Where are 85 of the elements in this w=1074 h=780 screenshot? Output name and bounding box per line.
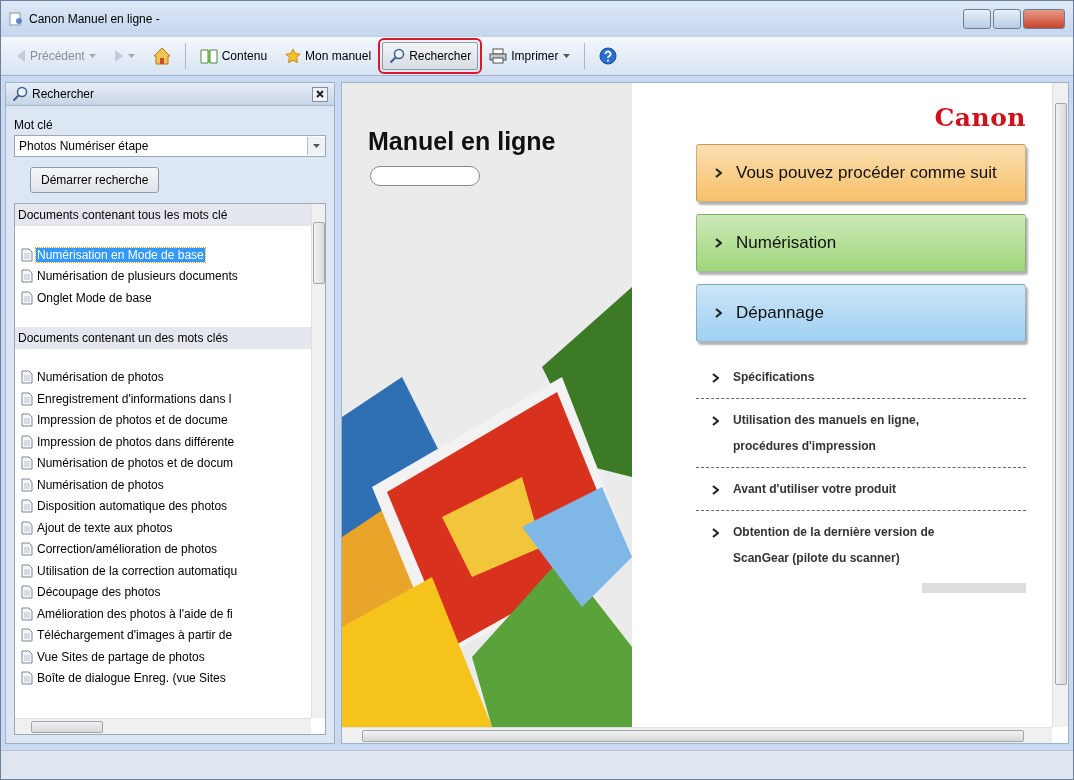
topic-link[interactable]: Utilisation des manuels en ligne, procédures d'impression	[696, 399, 1026, 468]
result-item[interactable]: Enregistrement d'informations dans l	[36, 391, 233, 406]
caret-icon	[562, 54, 570, 58]
contents-button[interactable]: Contenu	[192, 42, 275, 70]
document-icon	[21, 477, 33, 492]
star-icon	[285, 48, 302, 64]
document-icon	[21, 370, 33, 385]
chevron-icon	[712, 416, 719, 426]
document-icon	[21, 649, 33, 664]
result-item[interactable]: Numérisation de plusieurs documents	[36, 269, 239, 284]
panel-title: Rechercher	[32, 87, 95, 101]
vertical-scrollbar[interactable]	[311, 204, 325, 718]
document-icon	[21, 434, 33, 449]
result-item[interactable]: Amélioration des photos à l'aide de fi	[36, 606, 234, 621]
document-icon	[21, 628, 33, 643]
result-item[interactable]: Onglet Mode de base	[36, 290, 153, 305]
result-item[interactable]: Ajout de texte aux photos	[36, 520, 174, 535]
result-item[interactable]: Découpage des photos	[36, 585, 162, 600]
document-icon	[21, 269, 33, 284]
document-icon	[21, 542, 33, 557]
caret-icon	[88, 54, 96, 58]
result-item[interactable]: Numérisation de photos	[36, 477, 165, 492]
result-item[interactable]: Impression de photos et de docume	[36, 413, 229, 428]
print-button[interactable]: Imprimer	[482, 42, 577, 70]
book-icon	[199, 48, 218, 64]
keyword-label: Mot clé	[14, 118, 54, 132]
document-icon	[21, 563, 33, 578]
printer-icon	[489, 48, 508, 64]
manual-title: Manuel en ligne	[368, 127, 557, 156]
favorites-button[interactable]: Mon manuel	[278, 42, 379, 70]
section-link[interactable]: Numérisation	[696, 214, 1026, 272]
back-arrow-icon	[16, 49, 26, 63]
section-link[interactable]: Dépannage	[696, 284, 1026, 342]
chevron-icon	[715, 308, 722, 318]
keyword-dropdown[interactable]: Photos Numériser étape	[14, 135, 326, 157]
horizontal-scrollbar[interactable]	[342, 727, 1052, 743]
start-search-button[interactable]: Démarrer recherche	[30, 167, 160, 193]
dropdown-button[interactable]	[307, 137, 325, 155]
result-item[interactable]: Correction/amélioration de photos	[36, 542, 219, 557]
result-item[interactable]: Vue Sites de partage de photos	[36, 649, 206, 664]
topic-link[interactable]: Obtention de la dernière version de ScanGear (pilote du scanner)	[696, 511, 1026, 579]
topic-link[interactable]: Avant d'utiliser votre produit	[696, 468, 1026, 511]
search-icon	[389, 48, 406, 64]
keyword-value: Photos Numériser étape	[18, 139, 150, 153]
result-item[interactable]: Numérisation de photos et de docum	[36, 456, 235, 471]
document-icon	[21, 671, 33, 686]
document-icon	[21, 520, 33, 535]
result-item[interactable]: Téléchargement d'images à partir de	[36, 628, 234, 643]
vertical-scrollbar[interactable]	[1052, 83, 1068, 727]
document-icon	[21, 606, 33, 621]
app-icon	[9, 12, 23, 26]
document-icon	[21, 413, 33, 428]
window-title: Canon Manuel en ligne -	[29, 12, 160, 26]
chevron-icon	[715, 168, 722, 178]
document-icon	[21, 499, 33, 514]
chevron-icon	[715, 238, 722, 248]
close-button[interactable]	[312, 86, 328, 102]
help-icon	[598, 47, 617, 65]
minimize-button[interactable]	[963, 9, 991, 29]
result-item[interactable]: Boîte de dialogue Enreg. (vue Sites	[36, 671, 227, 686]
chevron-icon	[712, 373, 719, 383]
forward-arrow-icon	[113, 49, 124, 63]
caret-icon	[127, 54, 135, 58]
document-icon	[21, 456, 33, 471]
document-icon	[21, 585, 33, 600]
topic-link[interactable]: Spécifications	[696, 356, 1026, 399]
result-item[interactable]: Disposition automatique des photos	[36, 499, 229, 514]
group-heading: Documents contenant tous les mots clé	[15, 204, 311, 226]
search-icon	[12, 86, 28, 102]
brand-logo: Canon	[934, 103, 1026, 132]
document-icon	[21, 290, 33, 305]
group-heading: Documents contenant un des mots clés	[15, 326, 311, 349]
chevron-icon	[712, 485, 719, 495]
close-icon	[316, 90, 324, 98]
document-icon	[21, 247, 33, 262]
section-link[interactable]: Vous pouvez procéder comme suit	[696, 144, 1026, 202]
result-item[interactable]: Impression de photos dans différente	[36, 434, 236, 449]
result-item[interactable]: Utilisation de la correction automatiqu	[36, 563, 239, 578]
horizontal-scrollbar[interactable]	[15, 718, 311, 734]
maximize-button[interactable]	[993, 9, 1021, 29]
chevron-icon	[712, 528, 719, 538]
result-item[interactable]: Numérisation de photos	[36, 370, 165, 385]
home-icon	[152, 47, 171, 65]
caret-icon	[313, 144, 320, 148]
document-icon	[21, 391, 33, 406]
